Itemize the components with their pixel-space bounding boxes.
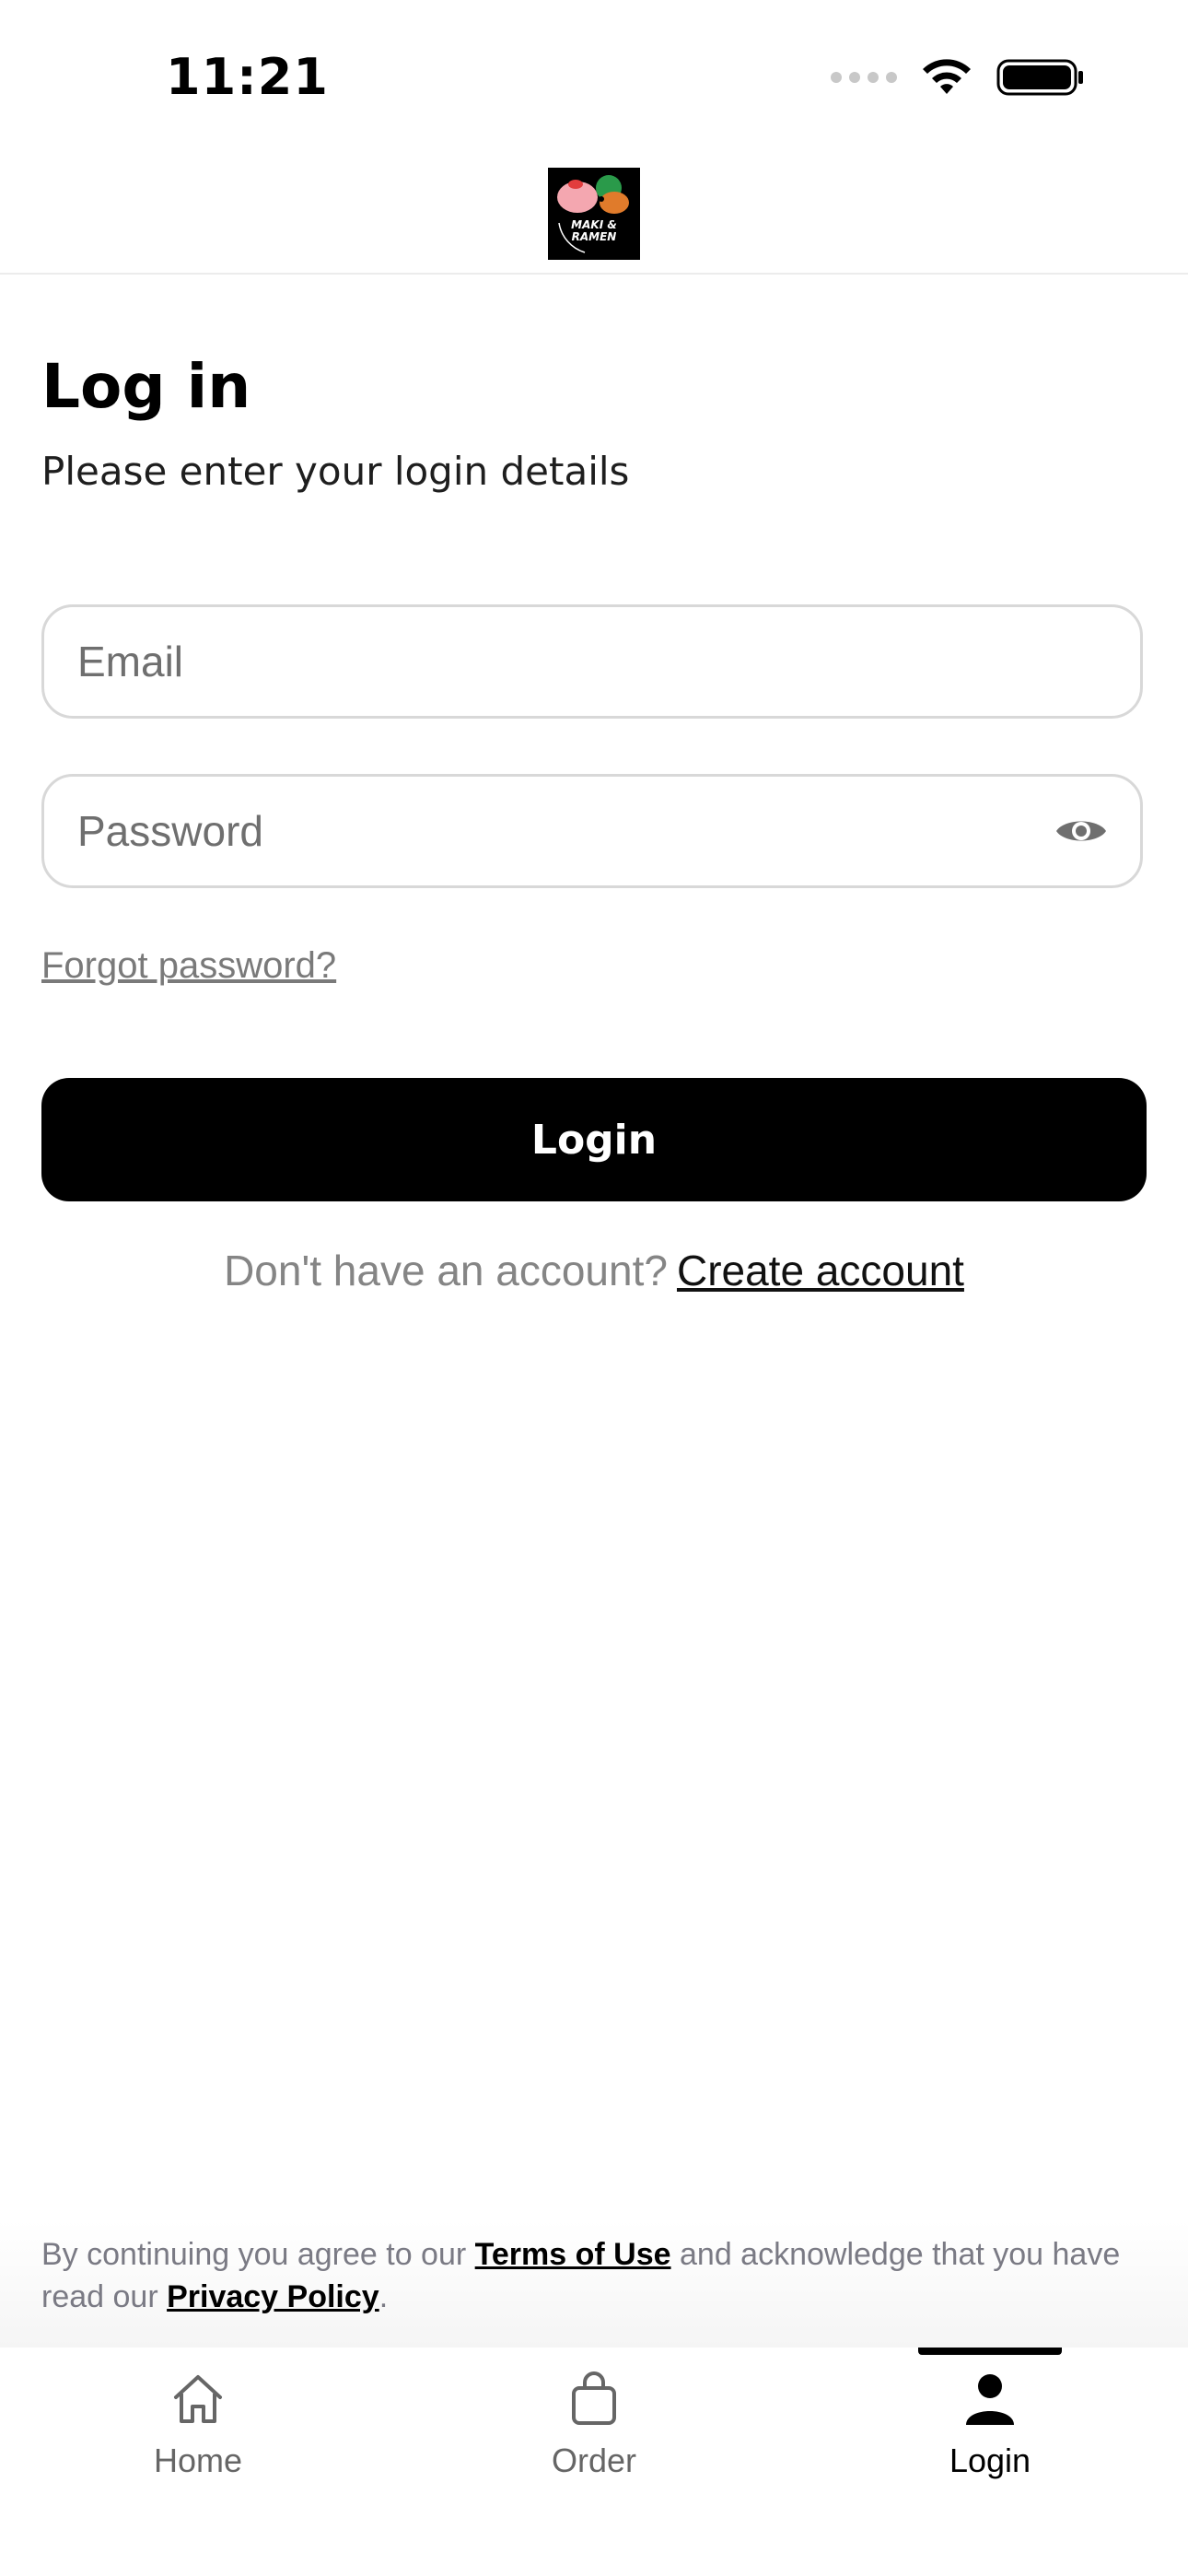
create-account-link[interactable]: Create account xyxy=(677,1247,964,1294)
login-button[interactable]: Login xyxy=(41,1078,1147,1201)
status-icons xyxy=(831,57,1085,98)
wifi-icon xyxy=(923,59,971,94)
tab-order-label: Order xyxy=(551,2441,637,2479)
logo-graphic: MAKI & RAMEN xyxy=(548,168,640,260)
show-password-eye-icon[interactable] xyxy=(1054,813,1109,849)
status-bar: 11:21 xyxy=(0,0,1188,157)
page-title: Log in xyxy=(41,351,251,422)
status-time: 11:21 xyxy=(166,48,329,106)
page-subtitle: Please enter your login details xyxy=(41,449,630,495)
home-icon xyxy=(174,2375,222,2423)
brand-logo[interactable]: MAKI & RAMEN xyxy=(548,168,640,260)
legal-prefix: By continuing you agree to our xyxy=(41,2237,467,2272)
tab-order[interactable]: Order xyxy=(396,2348,792,2576)
user-icon xyxy=(966,2374,1014,2425)
bag-icon xyxy=(572,2371,616,2425)
privacy-policy-link[interactable]: Privacy Policy xyxy=(167,2279,379,2314)
password-field-container xyxy=(41,774,1143,888)
password-field[interactable] xyxy=(76,805,1054,857)
terms-of-use-link[interactable]: Terms of Use xyxy=(475,2237,671,2272)
login-form: Log in Please enter your login details F… xyxy=(41,350,1147,1294)
tab-home[interactable]: Home xyxy=(0,2348,396,2576)
email-field[interactable] xyxy=(76,636,1109,687)
tab-home-label: Home xyxy=(153,2441,243,2479)
logo-text-line1: MAKI & xyxy=(571,218,617,231)
signup-prompt: Don't have an account? xyxy=(224,1247,668,1294)
battery-icon xyxy=(996,59,1083,96)
forgot-password-link[interactable]: Forgot password? xyxy=(41,945,336,987)
active-tab-indicator xyxy=(918,2348,1062,2355)
tab-login[interactable]: Login xyxy=(792,2348,1188,2576)
legal-text: By continuing you agree to our Terms of … xyxy=(0,2220,1188,2318)
bottom-tab-bar: Home Order Login xyxy=(0,2348,1188,2576)
logo-text-line2: RAMEN xyxy=(572,230,617,243)
cellular-signal-icon xyxy=(831,72,897,83)
signup-row: Don't have an account? Create account xyxy=(41,1246,1147,1295)
legal-notice: By continuing you agree to our Terms of … xyxy=(0,2220,1188,2348)
legal-suffix: . xyxy=(379,2279,389,2314)
tab-login-label: Login xyxy=(949,2441,1031,2479)
app-header: MAKI & RAMEN xyxy=(0,157,1188,275)
email-field-container xyxy=(41,604,1143,719)
